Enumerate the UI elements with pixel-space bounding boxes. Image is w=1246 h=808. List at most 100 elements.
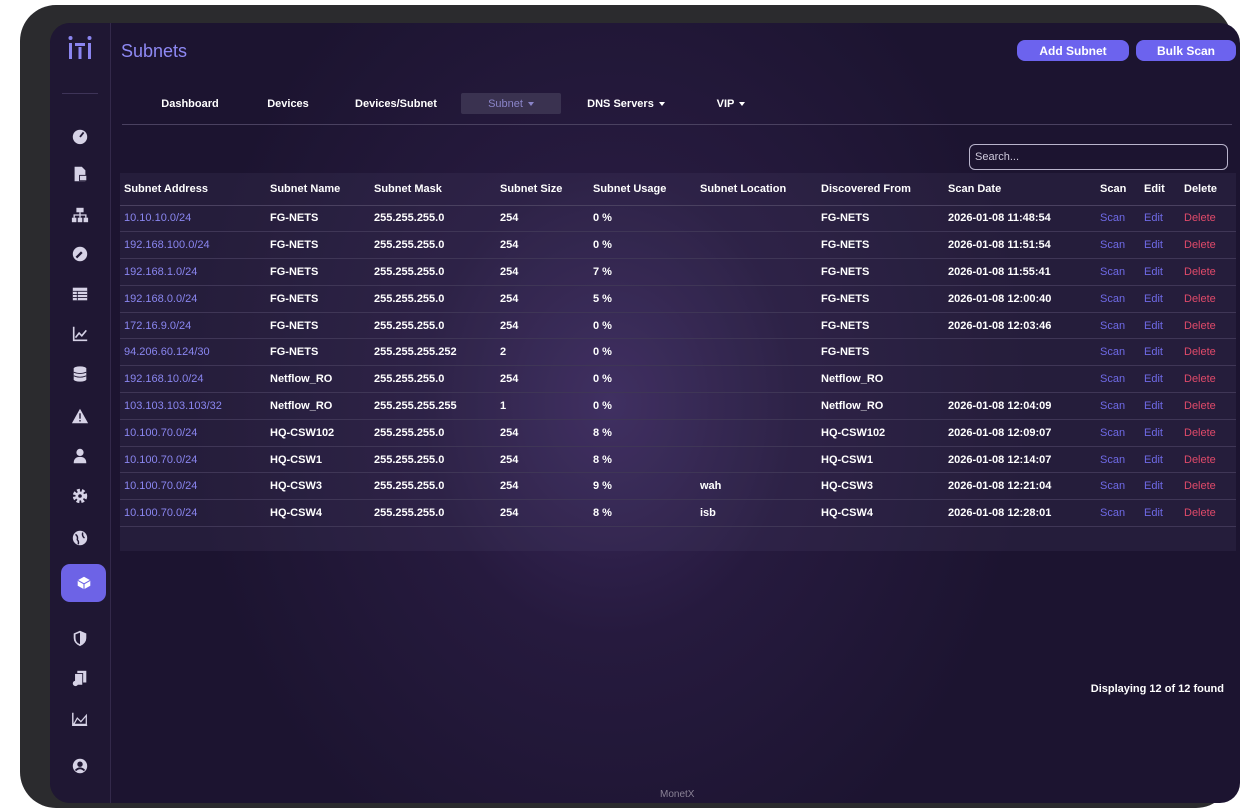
account-icon[interactable] bbox=[64, 751, 96, 781]
table-cell bbox=[696, 205, 817, 233]
edit-link[interactable]: Edit bbox=[1140, 472, 1180, 501]
dashboard-icon[interactable] bbox=[64, 121, 96, 151]
delete-link[interactable]: Delete bbox=[1180, 285, 1236, 313]
scan-link[interactable]: Scan bbox=[1096, 446, 1140, 474]
subnet-address-link[interactable]: 103.103.103.103/32 bbox=[120, 392, 266, 420]
scan-link[interactable]: Scan bbox=[1096, 365, 1140, 394]
report-icon[interactable] bbox=[64, 159, 96, 189]
table-cell: 0 % bbox=[589, 338, 696, 367]
table-cell: 254 bbox=[496, 312, 589, 340]
table-cell: 254 bbox=[496, 419, 589, 447]
edit-link[interactable]: Edit bbox=[1140, 499, 1180, 528]
table-cell: 255.255.255.0 bbox=[370, 419, 496, 447]
table-icon[interactable] bbox=[64, 279, 96, 309]
delete-link[interactable]: Delete bbox=[1180, 446, 1236, 474]
footer-brand: MonetX bbox=[660, 789, 695, 800]
subnet-address-link[interactable]: 192.168.10.0/24 bbox=[120, 365, 266, 394]
delete-link[interactable]: Delete bbox=[1180, 472, 1236, 501]
edit-link[interactable]: Edit bbox=[1140, 392, 1180, 420]
scan-link[interactable]: Scan bbox=[1096, 258, 1140, 286]
edit-link[interactable]: Edit bbox=[1140, 285, 1180, 313]
add-subnet-button[interactable]: Add Subnet bbox=[1017, 40, 1129, 61]
edit-link[interactable]: Edit bbox=[1140, 231, 1180, 260]
area-chart-icon[interactable] bbox=[64, 704, 96, 734]
alert-icon[interactable] bbox=[64, 401, 96, 431]
table-cell: 5 % bbox=[589, 285, 696, 313]
scan-link[interactable]: Scan bbox=[1096, 392, 1140, 420]
edit-link[interactable]: Edit bbox=[1140, 419, 1180, 447]
tab-devices[interactable]: Devices bbox=[248, 93, 328, 114]
subnet-address-link[interactable]: 94.206.60.124/30 bbox=[120, 338, 266, 367]
subnet-address-link[interactable]: 10.100.70.0/24 bbox=[120, 419, 266, 447]
edit-link[interactable]: Edit bbox=[1140, 205, 1180, 233]
scan-link[interactable]: Scan bbox=[1096, 231, 1140, 260]
edit-link[interactable]: Edit bbox=[1140, 338, 1180, 367]
edit-link[interactable]: Edit bbox=[1140, 446, 1180, 474]
delete-link[interactable]: Delete bbox=[1180, 392, 1236, 420]
globe-icon[interactable] bbox=[64, 523, 96, 553]
settings-icon[interactable] bbox=[64, 481, 96, 511]
subnet-address-link[interactable]: 10.100.70.0/24 bbox=[120, 472, 266, 501]
table-cell: HQ-CSW102 bbox=[266, 419, 370, 447]
table-cell: 255.255.255.0 bbox=[370, 258, 496, 286]
tab-bar: Dashboard Devices Devices/Subnet Subnet … bbox=[122, 93, 1232, 125]
subnet-address-link[interactable]: 192.168.100.0/24 bbox=[120, 231, 266, 260]
delete-link[interactable]: Delete bbox=[1180, 312, 1236, 340]
tab-devices-subnet[interactable]: Devices/Subnet bbox=[338, 93, 454, 114]
scan-link[interactable]: Scan bbox=[1096, 499, 1140, 528]
scan-link[interactable]: Scan bbox=[1096, 338, 1140, 367]
delete-link[interactable]: Delete bbox=[1180, 419, 1236, 447]
chart-icon[interactable] bbox=[64, 319, 96, 349]
subnet-address-link[interactable]: 192.168.1.0/24 bbox=[120, 258, 266, 286]
subnet-address-link[interactable]: 192.168.0.0/24 bbox=[120, 285, 266, 313]
search-input[interactable] bbox=[969, 144, 1228, 170]
scan-link[interactable]: Scan bbox=[1096, 312, 1140, 340]
table-cell bbox=[696, 338, 817, 367]
table-cell bbox=[696, 231, 817, 260]
edit-link[interactable]: Edit bbox=[1140, 312, 1180, 340]
delete-link[interactable]: Delete bbox=[1180, 231, 1236, 260]
table-cell: 255.255.255.0 bbox=[370, 285, 496, 313]
table-cell: FG-NETS bbox=[266, 285, 370, 313]
table-cell bbox=[696, 312, 817, 340]
documents-icon[interactable] bbox=[64, 663, 96, 693]
delete-link[interactable]: Delete bbox=[1180, 365, 1236, 394]
tab-label: Devices bbox=[267, 97, 309, 110]
bulk-scan-button[interactable]: Bulk Scan bbox=[1136, 40, 1236, 61]
subnet-address-link[interactable]: 172.16.9.0/24 bbox=[120, 312, 266, 340]
topology-icon[interactable] bbox=[64, 200, 96, 230]
cube-icon[interactable] bbox=[61, 564, 106, 602]
user-icon[interactable] bbox=[64, 441, 96, 471]
table-row: 192.168.0.0/24 FG-NETS 255.255.255.0 254 5 %… bbox=[120, 285, 1236, 313]
tab-label: DNS Servers bbox=[587, 97, 654, 110]
table-cell bbox=[944, 338, 1096, 367]
table-cell: FG-NETS bbox=[266, 205, 370, 233]
delete-link[interactable]: Delete bbox=[1180, 338, 1236, 367]
table-cell: Netflow_RO bbox=[266, 365, 370, 394]
tab-dns-servers[interactable]: DNS Servers bbox=[570, 93, 682, 114]
tab-dashboard[interactable]: Dashboard bbox=[142, 93, 238, 114]
tablet-frame: Subnets Add Subnet Bulk Scan Dashboard D… bbox=[20, 5, 1240, 808]
column-header: Edit bbox=[1140, 173, 1180, 206]
subnet-address-link[interactable]: 10.10.10.0/24 bbox=[120, 205, 266, 233]
tab-subnet[interactable]: Subnet bbox=[461, 93, 561, 114]
delete-link[interactable]: Delete bbox=[1180, 258, 1236, 286]
table-row: 172.16.9.0/24 FG-NETS 255.255.255.0 254 0 % F… bbox=[120, 312, 1236, 340]
delete-link[interactable]: Delete bbox=[1180, 205, 1236, 233]
table-row: 10.10.10.0/24 FG-NETS 255.255.255.0 254 0 % F… bbox=[120, 205, 1236, 233]
scan-link[interactable]: Scan bbox=[1096, 472, 1140, 501]
tab-vip[interactable]: VIP bbox=[692, 93, 770, 114]
table-cell: 2026-01-08 12:14:07 bbox=[944, 446, 1096, 474]
scan-link[interactable]: Scan bbox=[1096, 205, 1140, 233]
tools-icon[interactable] bbox=[64, 239, 96, 269]
edit-link[interactable]: Edit bbox=[1140, 365, 1180, 394]
results-count: Displaying 12 of 12 found bbox=[1090, 683, 1224, 695]
database-icon[interactable] bbox=[64, 359, 96, 389]
subnet-address-link[interactable]: 10.100.70.0/24 bbox=[120, 446, 266, 474]
subnet-address-link[interactable]: 10.100.70.0/24 bbox=[120, 499, 266, 528]
delete-link[interactable]: Delete bbox=[1180, 499, 1236, 528]
edit-link[interactable]: Edit bbox=[1140, 258, 1180, 286]
shield-icon[interactable] bbox=[64, 623, 96, 653]
scan-link[interactable]: Scan bbox=[1096, 419, 1140, 447]
scan-link[interactable]: Scan bbox=[1096, 285, 1140, 313]
